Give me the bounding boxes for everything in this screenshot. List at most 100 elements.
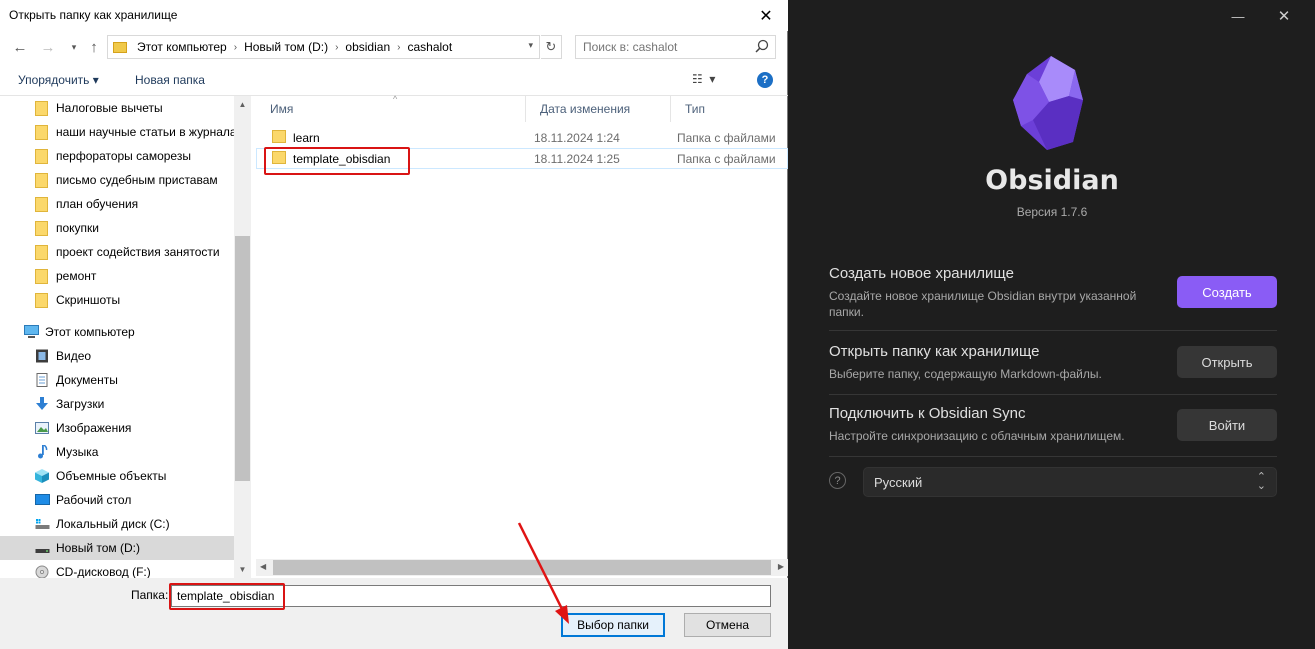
- file-name: template_obisdian: [293, 152, 391, 166]
- search-box[interactable]: [575, 35, 776, 59]
- breadcrumb-item[interactable]: cashalot: [407, 40, 452, 54]
- file-list: Имя ^ Дата изменения Тип learn 18.11.2024…: [256, 94, 788, 578]
- refresh-icon[interactable]: ↻: [541, 35, 562, 59]
- search-icon[interactable]: [755, 39, 769, 53]
- nav-item-label: покупки: [56, 221, 100, 235]
- chevron-down-icon[interactable]: ▾: [528, 40, 533, 51]
- new-folder-button[interactable]: Новая папка: [135, 73, 205, 87]
- file-list-hscrollbar[interactable]: ◀ ▶: [256, 559, 788, 576]
- folder-icon: [272, 130, 286, 143]
- nav-item[interactable]: проект содействия занятости: [0, 240, 234, 264]
- nav-item-downloads[interactable]: Загрузки: [0, 392, 234, 416]
- nav-item-label: Локальный диск (C:): [56, 517, 170, 531]
- forward-arrow-icon[interactable]: →: [37, 36, 59, 58]
- folder-icon: [272, 151, 286, 164]
- address-bar[interactable]: Этот компьютер › Новый том (D:) › obsidian…: [107, 35, 540, 59]
- file-row[interactable]: learn 18.11.2024 1:24 Папка с файлами: [256, 127, 788, 148]
- scroll-down-icon[interactable]: ▼: [234, 561, 251, 578]
- nav-item[interactable]: наши научные статьи в журнала: [0, 120, 234, 144]
- select-folder-button[interactable]: Выбор папки: [561, 613, 665, 637]
- folder-icon: [35, 148, 48, 164]
- file-row-selected[interactable]: template_obisdian 18.11.2024 1:25 Папка …: [256, 148, 788, 169]
- scroll-right-icon[interactable]: ▶: [778, 562, 784, 571]
- nav-item-music[interactable]: Музыка: [0, 440, 234, 464]
- nav-item-documents[interactable]: Документы: [0, 368, 234, 392]
- nav-item-pictures[interactable]: Изображения: [0, 416, 234, 440]
- divider: [829, 394, 1277, 395]
- navigation-scrollbar[interactable]: ▲ ▼: [234, 96, 251, 578]
- minimize-icon[interactable]: —: [1215, 0, 1261, 32]
- nav-item-drive-d[interactable]: Новый том (D:): [0, 536, 234, 560]
- scrollbar-thumb[interactable]: [235, 236, 250, 481]
- nav-item-label: Этот компьютер: [45, 325, 135, 339]
- help-icon[interactable]: ?: [757, 72, 773, 88]
- cancel-button[interactable]: Отмена: [684, 613, 771, 637]
- nav-item[interactable]: перфораторы саморезы: [0, 144, 234, 168]
- column-header-label: Дата изменения: [540, 102, 631, 116]
- create-vault-button[interactable]: Создать: [1177, 276, 1277, 308]
- nav-item-label: план обучения: [56, 197, 139, 211]
- help-circle-icon[interactable]: ?: [829, 472, 846, 489]
- nav-item[interactable]: план обучения: [0, 192, 234, 216]
- nav-item-label: проект содействия занятости: [56, 245, 220, 259]
- nav-item-label: наши научные статьи в журнала: [56, 125, 234, 139]
- search-input[interactable]: [576, 36, 746, 58]
- open-folder-dialog: Открыть папку как хранилище ✕ ← → ▾ ↑ Эт…: [0, 0, 788, 649]
- breadcrumb-item[interactable]: Этот компьютер ›: [137, 40, 244, 54]
- nav-item[interactable]: письмо судебным приставам: [0, 168, 234, 192]
- back-arrow-icon[interactable]: ←: [9, 36, 31, 58]
- language-select[interactable]: Русский ⌃ ⌄: [863, 467, 1277, 497]
- nav-item-label: CD-дисковод (F:): [56, 565, 151, 578]
- recent-locations-chevron-icon[interactable]: ▾: [63, 36, 85, 58]
- dialog-title: Открыть папку как хранилище: [9, 8, 178, 22]
- organize-button[interactable]: Упорядочить ▾: [18, 73, 99, 87]
- chevron-right-icon[interactable]: ›: [234, 42, 237, 53]
- nav-item-drive-c[interactable]: Локальный диск (C:): [0, 512, 234, 536]
- folder-field-label: Папка:: [131, 588, 169, 602]
- obsidian-start-window: — ✕ Obsidian Версия 1.7.6 Создать новое …: [789, 0, 1315, 649]
- column-header-modified[interactable]: Дата изменения: [526, 96, 671, 122]
- nav-item[interactable]: Скриншоты: [0, 288, 234, 312]
- chevron-right-icon[interactable]: ›: [335, 42, 338, 53]
- folder-icon: [35, 196, 48, 212]
- folder-input[interactable]: [171, 585, 771, 607]
- scrollbar-thumb[interactable]: [273, 560, 771, 575]
- nav-item[interactable]: покупки: [0, 216, 234, 240]
- up-arrow-icon[interactable]: ↑: [83, 36, 105, 58]
- column-header-name[interactable]: Имя ^: [256, 94, 526, 122]
- breadcrumb-item[interactable]: Новый том (D:) ›: [244, 40, 345, 54]
- open-vault-button[interactable]: Открыть: [1177, 346, 1277, 378]
- sync-login-button[interactable]: Войти: [1177, 409, 1277, 441]
- column-header-type[interactable]: Тип: [671, 96, 788, 122]
- breadcrumb-item[interactable]: obsidian ›: [345, 40, 407, 54]
- column-header-label: Имя: [270, 102, 294, 116]
- scroll-up-icon[interactable]: ▲: [234, 96, 251, 113]
- close-icon[interactable]: ✕: [1261, 0, 1307, 32]
- nav-item-cd-drive[interactable]: CD-дисковод (F:): [0, 560, 234, 578]
- language-value: Русский: [874, 474, 923, 490]
- nav-item-videos[interactable]: Видео: [0, 344, 234, 368]
- file-type: Папка с файлами: [677, 131, 776, 145]
- column-header-label: Тип: [685, 102, 706, 116]
- nav-item-desktop[interactable]: Рабочий стол: [0, 488, 234, 512]
- view-options-icon[interactable]: ☷ ▾: [692, 72, 715, 86]
- breadcrumb-label: Новый том (D:): [244, 40, 329, 54]
- documents-icon: [36, 373, 48, 387]
- nav-item-this-pc[interactable]: Этот компьютер: [0, 320, 234, 344]
- nav-item-label: письмо судебным приставам: [56, 173, 218, 187]
- close-icon[interactable]: ✕: [744, 0, 788, 31]
- nav-item-3d-objects[interactable]: Объемные объекты: [0, 464, 234, 488]
- drive-icon: [35, 519, 50, 529]
- nav-item[interactable]: Налоговые вычеты: [0, 96, 234, 120]
- nav-item-label: Музыка: [56, 445, 99, 459]
- command-bar: Упорядочить ▾ Новая папка ☷ ▾: [0, 64, 788, 96]
- cd-drive-icon: [35, 565, 49, 578]
- folder-icon: [35, 292, 48, 308]
- scroll-left-icon[interactable]: ◀: [260, 562, 266, 571]
- chevron-right-icon[interactable]: ›: [397, 42, 400, 53]
- nav-item[interactable]: ремонт: [0, 264, 234, 288]
- nav-item-label: Документы: [56, 373, 118, 387]
- nav-item-label: Новый том (D:): [56, 541, 140, 555]
- breadcrumb-label: obsidian: [345, 40, 391, 54]
- drive-icon: [35, 549, 50, 553]
